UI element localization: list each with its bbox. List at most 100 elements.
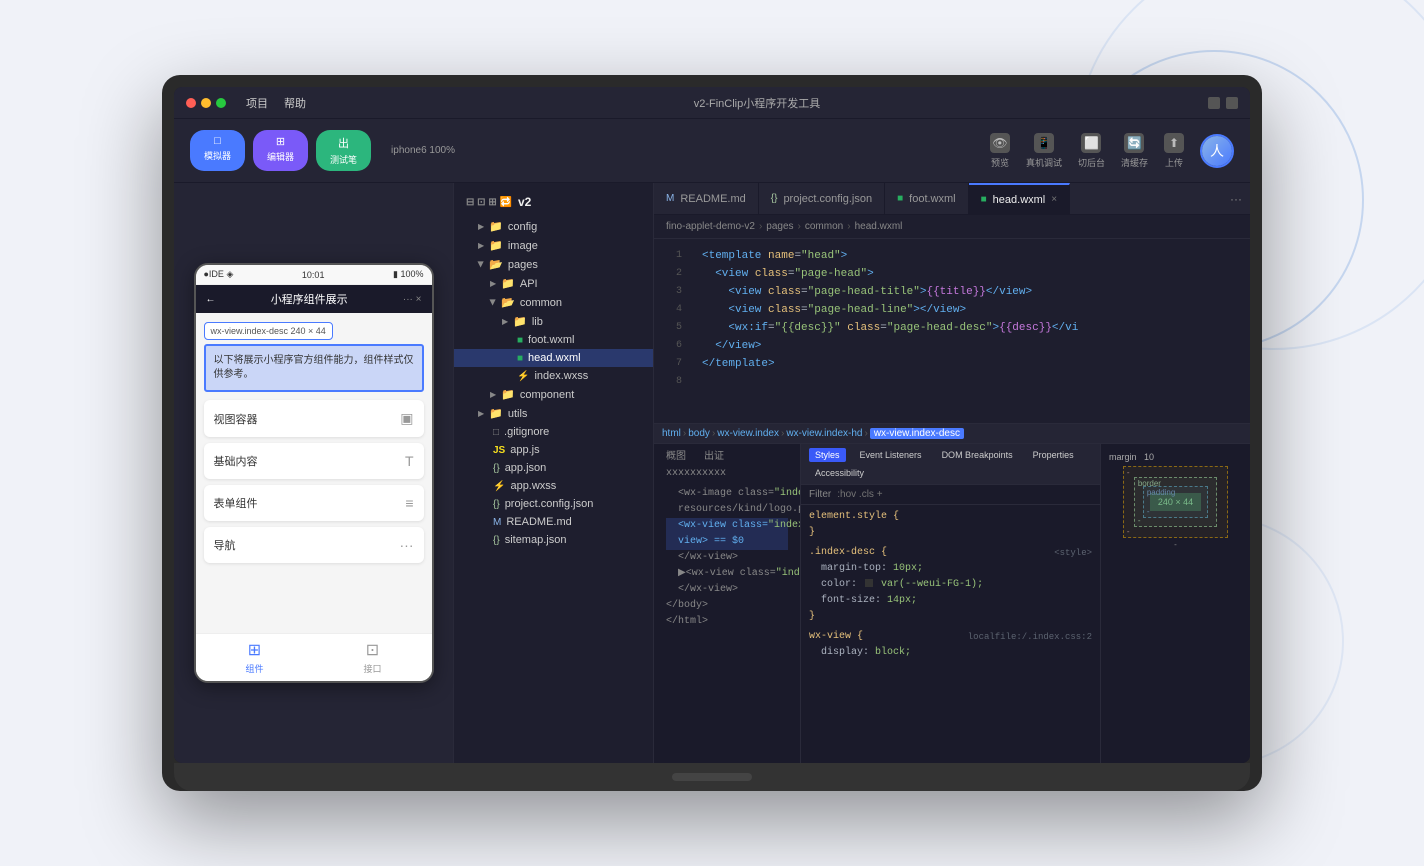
breadcrumb-root[interactable]: fino-applet-demo-v2: [666, 221, 755, 232]
code-line-2: <view class="page-head">: [702, 265, 1238, 283]
tree-item-gitignore[interactable]: □ .gitignore: [454, 423, 653, 441]
avatar[interactable]: 人: [1200, 134, 1234, 168]
win-maximize[interactable]: [1226, 97, 1238, 109]
phone-more-icon[interactable]: ··· ×: [403, 294, 422, 305]
menu-help[interactable]: 帮助: [284, 95, 306, 111]
chevron-icon: ▶: [478, 241, 484, 250]
bottom-code-line-6: ▶<wx-view class="index-bd">_</wx-view>: [666, 566, 788, 582]
section-nav-label: 导航: [214, 537, 236, 553]
tab-readme[interactable]: M README.md: [654, 183, 759, 214]
code-content[interactable]: <template name="head"> <view class="page…: [690, 239, 1250, 423]
projectconfig-tab-icon: {}: [771, 193, 778, 204]
tree-item-appjson[interactable]: {} app.json: [454, 459, 653, 477]
avatar-image: 人: [1202, 136, 1232, 166]
tree-item-pages[interactable]: ▶ 📂 pages: [454, 255, 653, 274]
tree-item-image[interactable]: ▶ 📁 image: [454, 236, 653, 255]
phone-tab-components[interactable]: ⊞ 组件: [196, 640, 314, 675]
styles-tab-access[interactable]: Accessibility: [809, 466, 870, 480]
section-view-label: 视图容器: [214, 411, 258, 427]
editor-icon: ⊞: [276, 135, 285, 148]
tab-headwxml[interactable]: ■ head.wxml ×: [969, 183, 1070, 214]
editor-area: M README.md {} project.config.json ■ foo…: [654, 183, 1250, 763]
tree-item-appjs[interactable]: JS app.js: [454, 441, 653, 459]
breadcrumb-common[interactable]: common: [805, 221, 843, 232]
json-icon: {}: [493, 499, 500, 510]
bottom-code-line-5: </wx-view>: [666, 550, 788, 566]
win-minimize[interactable]: [1208, 97, 1220, 109]
tab-editor[interactable]: ⊞ 编辑器: [253, 130, 308, 171]
more-tabs-icon[interactable]: ···: [1230, 192, 1242, 206]
bottom-content: 概图 出证 xxxxxxxxxx <wx-image class="index-…: [654, 444, 1250, 763]
section-form-icon: ≡: [405, 495, 413, 511]
tab-test[interactable]: 出 测试笔: [316, 130, 371, 171]
styles-filter-input[interactable]: [837, 489, 1092, 500]
phone-nav: ← 小程序组件展示 ··· ×: [196, 285, 432, 313]
inspector-wx-view-desc[interactable]: wx-view.index-desc: [870, 428, 964, 439]
tree-item-appwxss-label: app.wxss: [510, 480, 556, 492]
folder-icon: 📁: [501, 277, 515, 290]
close-button[interactable]: [186, 98, 196, 108]
index-desc-source[interactable]: <style>: [1054, 545, 1092, 561]
inspector-html[interactable]: html: [662, 428, 681, 439]
tree-item-index-wxss[interactable]: ⚡ index.wxss: [454, 367, 653, 385]
styles-tab-events[interactable]: Event Listeners: [854, 448, 928, 462]
inspector-body[interactable]: body: [688, 428, 710, 439]
minimize-button[interactable]: [201, 98, 211, 108]
folder-open-icon: 📂: [501, 296, 515, 309]
line-num-7: 7: [654, 355, 690, 373]
tree-item-sitemap[interactable]: {} sitemap.json: [454, 531, 653, 549]
box-padding: padding 240 × 44 -: [1143, 486, 1208, 518]
action-preview[interactable]: 👁 预览: [990, 133, 1010, 169]
file-icon: □: [493, 427, 499, 438]
index-desc-selector: .index-desc {: [809, 547, 887, 558]
styles-tab-dom[interactable]: DOM Breakpoints: [936, 448, 1019, 462]
tree-root-label[interactable]: v2: [518, 195, 531, 209]
tree-item-sitemap-label: sitemap.json: [505, 534, 567, 546]
folder-icon: 📁: [489, 239, 503, 252]
action-real-debug[interactable]: 📱 真机调试: [1026, 133, 1062, 169]
phone-frame: ●IDE ◈ 10:01 ▮ 100% ← 小程序组件展示 ··· × wx-v…: [194, 263, 434, 683]
tree-item-appwxss[interactable]: ⚡ app.wxss: [454, 477, 653, 495]
tree-item-config[interactable]: ▶ 📁 config: [454, 217, 653, 236]
tab-close-icon[interactable]: ×: [1051, 194, 1057, 205]
tab-footwxml[interactable]: ■ foot.wxml: [885, 183, 969, 214]
action-background[interactable]: ⬜ 切后台: [1078, 133, 1105, 169]
bottom-code-line-7: </wx-view>: [666, 582, 788, 598]
toolbar: □ 模拟器 ⊞ 编辑器 出 测试笔 iphone6 100% 👁 预览: [174, 119, 1250, 183]
components-tab-icon: ⊞: [248, 640, 261, 660]
test-label: 测试笔: [330, 153, 357, 166]
action-clear-cache[interactable]: 🔄 清缓存: [1121, 133, 1148, 169]
phone-section-basic: 基础内容 T: [204, 443, 424, 479]
bottom-code-line-8: </body>: [666, 598, 788, 614]
phone-tab-api[interactable]: ⊡ 接口: [314, 640, 432, 675]
folder-icon: 📁: [513, 315, 527, 328]
wx-view-source[interactable]: localfile:/.index.css:2: [968, 629, 1092, 645]
styles-tab-props[interactable]: Properties: [1027, 448, 1080, 462]
tree-item-head-wxml[interactable]: ■ head.wxml: [454, 349, 653, 367]
tree-item-component[interactable]: ▶ 📁 component: [454, 385, 653, 404]
line-num-1: 1: [654, 247, 690, 265]
tab-projectconfig-label: project.config.json: [783, 193, 872, 205]
styles-tab-styles[interactable]: Styles: [809, 448, 846, 462]
tree-item-utils[interactable]: ▶ 📁 utils: [454, 404, 653, 423]
styles-index-desc-close: }: [809, 609, 1092, 625]
status-left: ●IDE ◈: [204, 269, 234, 280]
inspector-wx-view-index[interactable]: wx-view.index: [717, 428, 779, 439]
tree-item-projectconfig[interactable]: {} project.config.json: [454, 495, 653, 513]
tree-item-foot-label: foot.wxml: [528, 334, 574, 346]
action-upload[interactable]: ⬆ 上传: [1164, 133, 1184, 169]
tree-item-common[interactable]: ▶ 📂 common: [454, 293, 653, 312]
section-nav-icon: ···: [400, 537, 414, 553]
menu-project[interactable]: 项目: [246, 95, 268, 111]
breadcrumb-pages[interactable]: pages: [766, 221, 793, 232]
tree-item-readme[interactable]: M README.md: [454, 513, 653, 531]
tab-simulator[interactable]: □ 模拟器: [190, 130, 245, 171]
title-bar: 项目 帮助 v2-FinClip小程序开发工具: [174, 87, 1250, 119]
maximize-button[interactable]: [216, 98, 226, 108]
tree-item-lib[interactable]: ▶ 📁 lib: [454, 312, 653, 331]
tree-item-foot-wxml[interactable]: ■ foot.wxml: [454, 331, 653, 349]
inspector-wx-view-hd[interactable]: wx-view.index-hd: [786, 428, 862, 439]
tree-item-api[interactable]: ▶ 📁 API: [454, 274, 653, 293]
tab-projectconfig[interactable]: {} project.config.json: [759, 183, 885, 214]
toolbar-actions: 👁 预览 📱 真机调试 ⬜ 切后台 🔄 清缓存 ⬆ 上传: [990, 133, 1234, 169]
